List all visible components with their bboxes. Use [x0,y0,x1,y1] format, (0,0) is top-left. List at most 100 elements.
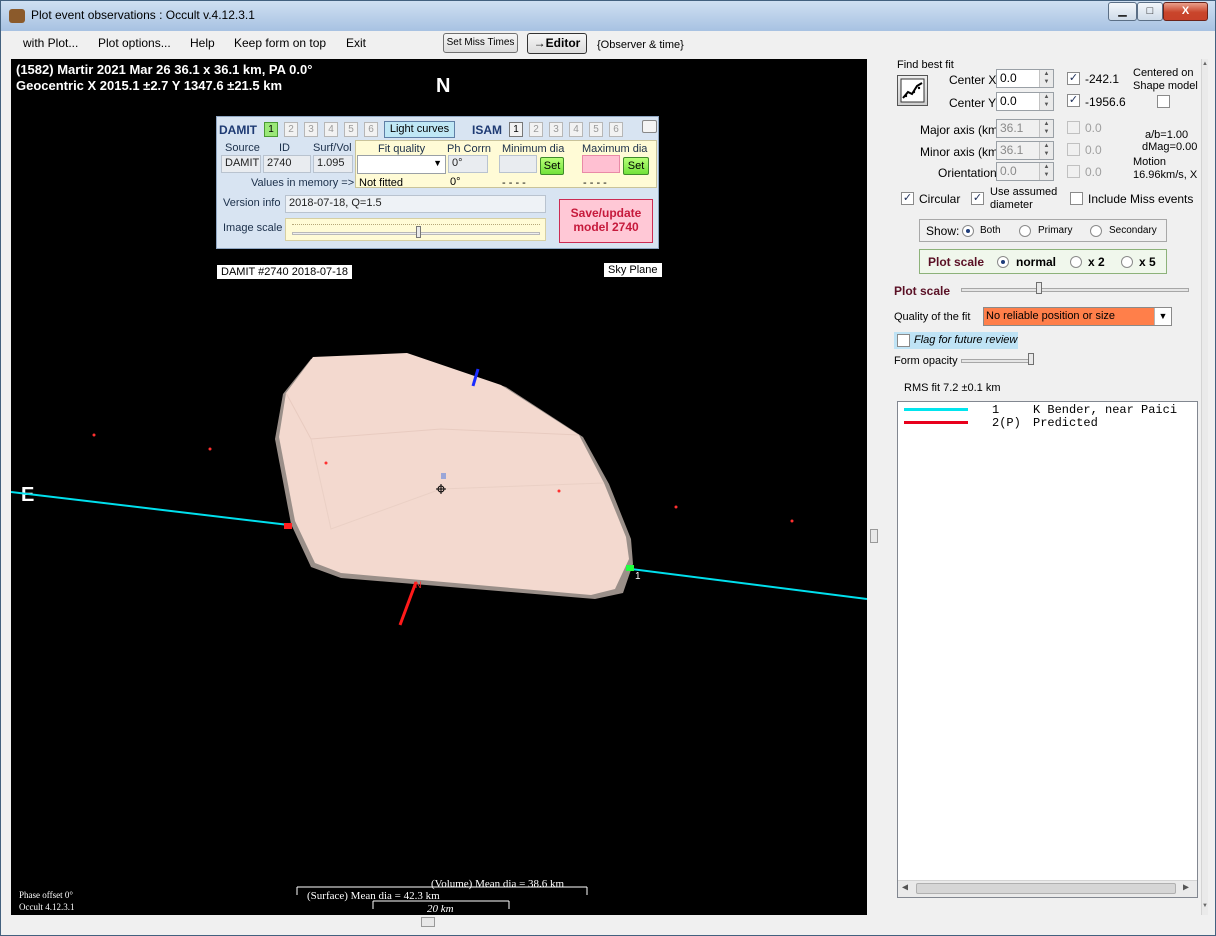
isam-tab-2[interactable]: 2 [529,122,543,137]
show-secondary-radio[interactable] [1090,225,1102,237]
centered-on-label: Centered on [1133,67,1194,79]
scroll-up-icon[interactable]: ▲ [1202,61,1208,67]
menu-help[interactable]: Help [190,36,215,50]
quality-dropdown[interactable]: No reliable position or size ▼ [983,307,1172,326]
plot-canvas[interactable]: (1582) Martir 2021 Mar 26 36.1 x 36.1 km… [11,59,867,915]
col-surfvol: Surf/Vol [313,142,352,154]
center-x-input[interactable]: 0.0 ▲ ▼ [996,69,1054,88]
scroll-right-icon[interactable]: ▶ [1183,882,1189,894]
damit-tab-6[interactable]: 6 [364,122,378,137]
isam-tab-1[interactable]: 1 [509,122,523,137]
list-item-2-num: 2(P) [992,416,1021,430]
panel-collapse-button[interactable] [642,120,657,133]
center-y-result: -1956.6 [1085,95,1126,109]
damit-tab-2[interactable]: 2 [284,122,298,137]
scale-x5-radio[interactable] [1121,256,1133,268]
form-opacity-thumb[interactable] [1028,353,1034,365]
damit-tab-5[interactable]: 5 [344,122,358,137]
max-dia-set-button[interactable]: Set [623,157,649,175]
menu-exit[interactable]: Exit [346,36,366,50]
damit-tab-4[interactable]: 4 [324,122,338,137]
center-x-checkbox[interactable]: ✓ [1067,72,1080,85]
plot-bottom-handle[interactable] [421,917,435,927]
set-miss-times-button[interactable]: Set Miss Times [443,33,518,53]
plot-scale-slider[interactable] [961,288,1189,292]
scroll-left-icon[interactable]: ◀ [902,882,908,894]
minor-axis-checkbox[interactable] [1067,143,1080,156]
minor-axis-input[interactable]: 36.1 ▲ ▼ [996,141,1054,160]
damit-tab-3[interactable]: 3 [304,122,318,137]
major-axis-result: 0.0 [1085,121,1102,135]
fit-controls-panel: Find best fit Center X 0.0 ▲ ▼ ✓ -242.1 Ce… [891,59,1208,915]
editor-button[interactable]: →Editor [527,33,587,54]
flag-review-checkbox[interactable] [897,334,910,347]
ph-mem-value: 0° [450,176,461,188]
ab-ratio-label: a/b=1.00 [1145,129,1189,141]
find-best-fit-button[interactable] [897,75,928,106]
save-update-model-button[interactable]: Save/update model 2740 [559,199,653,243]
isam-tab-5[interactable]: 5 [589,122,603,137]
maximize-button[interactable]: □ [1137,2,1163,21]
list-hscrollbar[interactable]: ◀ ▶ [898,880,1197,897]
plot-scale-thumb[interactable] [1036,282,1042,294]
close-button[interactable]: X [1163,2,1208,21]
observers-list[interactable]: 1 K Bender, near Paici 2(P) Predicted ◀ … [897,401,1198,898]
show-primary-radio[interactable] [1019,225,1031,237]
menu-keep-on-top[interactable]: Keep form on top [234,36,326,50]
surfvol-field[interactable]: 1.095 [313,155,353,173]
center-y-checkbox[interactable]: ✓ [1067,94,1080,107]
fit-quality-dropdown[interactable]: ▼ [357,155,446,174]
orientation-input[interactable]: 0.0 ▲ ▼ [996,162,1054,181]
flag-review-row: Flag for future review [894,332,1018,349]
damit-model-tag: DAMIT #2740 2018-07-18 [217,265,352,279]
centered-on-shape-checkbox[interactable] [1157,95,1170,108]
flag-review-label: Flag for future review [914,334,1018,346]
main-window: Plot event observations : Occult v.4.12.… [0,0,1216,936]
min-dia-set-button[interactable]: Set [540,157,564,175]
diameter-label: diameter [990,199,1033,211]
show-both-radio[interactable] [962,225,974,237]
isam-tab-4[interactable]: 4 [569,122,583,137]
image-scale-thumb[interactable] [416,226,421,238]
menu-plot-options[interactable]: Plot options... [98,36,171,50]
use-assumed-diameter-checkbox[interactable]: ✓ [971,192,984,205]
orientation-checkbox[interactable] [1067,165,1080,178]
major-axis-label: Major axis (km) [920,123,1003,137]
min-mem-value: - - - - [502,177,526,189]
menu-with-plot[interactable]: with Plot... [23,36,78,50]
center-y-input[interactable]: 0.0 ▲ ▼ [996,92,1054,111]
damit-tab-1[interactable]: 1 [264,122,278,137]
min-dia-field[interactable] [499,155,537,173]
col-id: ID [279,142,290,154]
list-item-1-text: K Bender, near Paici [1033,403,1178,417]
max-dia-field[interactable] [582,155,620,173]
scale-x2-radio[interactable] [1070,256,1082,268]
right-panel-scrollbar[interactable]: ▲ ▼ [1201,59,1208,915]
ph-corr-field[interactable]: 0° [448,155,488,173]
major-axis-checkbox[interactable] [1067,121,1080,134]
quality-label: Quality of the fit [894,311,971,323]
isam-tab-3[interactable]: 3 [549,122,563,137]
id-field[interactable]: 2740 [263,155,311,173]
major-axis-input[interactable]: 36.1 ▲ ▼ [996,119,1054,138]
include-miss-checkbox[interactable] [1070,192,1083,205]
scroll-down-icon[interactable]: ▼ [1202,903,1208,909]
scale-normal-radio[interactable] [997,256,1009,268]
damit-label: DAMIT [219,123,257,137]
light-curves-button[interactable]: Light curves [384,121,455,138]
minimize-button[interactable]: ▁ [1108,2,1137,21]
circular-checkbox[interactable]: ✓ [901,192,914,205]
image-scale-slider[interactable] [285,218,546,241]
asteroid-body [279,353,629,595]
form-opacity-slider[interactable] [961,359,1033,363]
chart-fit-icon [900,78,925,103]
image-scale-label: Image scale [223,222,283,234]
center-x-label: Center X [949,73,997,87]
list-hscroll-thumb[interactable] [916,883,1176,894]
splitter-handle[interactable] [870,529,878,543]
source-field[interactable]: DAMIT [221,155,261,173]
observer-time-label: {Observer & time} [597,39,684,51]
isam-tab-6[interactable]: 6 [609,122,623,137]
form-opacity-label: Form opacity [894,355,958,367]
version-info-field[interactable]: 2018-07-18, Q=1.5 [285,195,546,213]
